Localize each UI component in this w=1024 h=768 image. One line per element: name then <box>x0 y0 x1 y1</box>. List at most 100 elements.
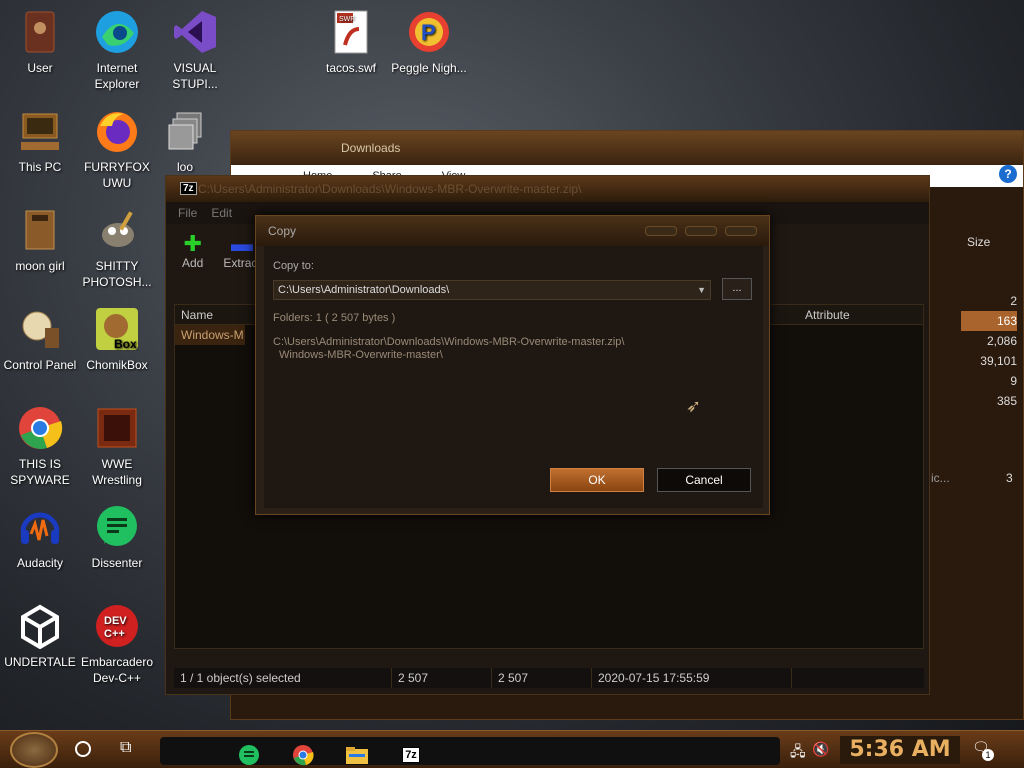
type-cell: ic... <box>931 471 950 485</box>
control-panel-icon <box>16 305 64 353</box>
edge-icon <box>93 8 141 56</box>
file-explorer-icon[interactable] <box>342 741 372 768</box>
size-cell: 385 <box>996 394 1017 408</box>
chrome-icon[interactable] <box>288 741 318 768</box>
menu-file[interactable]: File <box>178 206 197 220</box>
maximize-button[interactable] <box>685 226 717 236</box>
dialog-title: Copy <box>268 224 297 238</box>
dissenter-icon <box>93 503 141 551</box>
unity-icon <box>16 602 64 650</box>
desktop-icon-devcpp[interactable]: DEV C++ Embarcadero Dev-C++ <box>77 602 157 686</box>
7zip-label: 7z <box>402 747 420 763</box>
add-label: Add <box>182 256 204 270</box>
visual-studio-icon <box>171 8 219 56</box>
7zip-icon[interactable]: 7z <box>396 741 426 768</box>
svg-text:DEV: DEV <box>104 615 127 627</box>
sevenzip-titlebar[interactable]: C:\Users\Administrator\Downloads\Windows… <box>166 176 929 202</box>
swf-file-icon: SWF <box>327 8 375 56</box>
desktop-icon-dissenter[interactable]: Dissenter <box>77 503 157 571</box>
shortcut-icon <box>161 107 209 155</box>
desktop-icon-label: Embarcadero Dev-C++ <box>80 655 154 685</box>
row-name: Windows-M <box>181 328 244 342</box>
gimp-icon <box>93 206 141 254</box>
network-icon[interactable]: 🖧 <box>790 741 806 765</box>
desktop-icon-label: SHITTY PHOTOSH... <box>82 259 152 289</box>
window-controls <box>645 226 757 236</box>
desktop-icon-label: VISUAL STUPI... <box>172 61 218 91</box>
firefox-icon <box>93 107 141 155</box>
desktop-icon-control-panel[interactable]: Control Panel <box>0 305 80 373</box>
column-header-attribute[interactable]: Attribute <box>775 308 915 322</box>
computer-icon <box>16 107 64 155</box>
desktop-icon-audacity[interactable]: Audacity <box>0 503 80 571</box>
desktop-icon-label: Audacity <box>16 556 64 570</box>
minimize-button[interactable] <box>645 226 677 236</box>
desktop-icon-wwe[interactable]: WWE Wrestling <box>77 404 157 488</box>
desktop-icon-peggle[interactable]: P Peggle Nigh... <box>389 8 469 76</box>
desktop-icon-label: Peggle Nigh... <box>391 61 467 75</box>
desktop-icon-furryfox[interactable]: FURRYFOX UWU <box>77 107 157 191</box>
close-button[interactable] <box>725 226 757 236</box>
desktop-icon-label: loo <box>176 160 193 174</box>
ok-button[interactable]: OK <box>550 468 644 492</box>
volume-muted-icon[interactable]: 🔇 <box>812 741 829 758</box>
size-cell: 2,086 <box>986 334 1017 348</box>
devcpp-icon: DEV C++ <box>93 602 141 650</box>
copy-dialog[interactable]: Copy Copy to: C:\Users\Administrator\Dow… <box>255 215 770 515</box>
desktop-icon-label: Dissenter <box>91 556 143 570</box>
7zip-icon: 7z <box>180 182 197 195</box>
desktop-icon-internet-explorer[interactable]: Internet Explorer <box>77 8 157 92</box>
desktop-icon-label: moon girl <box>15 259 65 273</box>
help-icon[interactable]: ? <box>999 165 1017 183</box>
menu-edit[interactable]: Edit <box>211 206 232 220</box>
desktop-icon-user[interactable]: User <box>0 8 80 76</box>
clock[interactable]: 5:36 AM <box>840 736 960 764</box>
size-cell: 9 <box>1010 374 1017 388</box>
start-button[interactable] <box>10 732 58 768</box>
desktop-icon-gimp[interactable]: SHITTY PHOTOSH... <box>77 206 157 290</box>
desktop-icon-this-pc[interactable]: This PC <box>0 107 80 175</box>
search-icon[interactable] <box>75 741 91 757</box>
task-view-icon[interactable]: ⧉ <box>120 739 131 757</box>
add-button[interactable]: ✚ Add <box>182 232 204 271</box>
status-bar: 1 / 1 object(s) selected 2 507 2 507 202… <box>174 668 924 688</box>
notification-icon[interactable]: 🗨 1 <box>972 739 994 761</box>
desktop-icon-label: FURRYFOX UWU <box>84 160 150 190</box>
desktop-icon-moon-girl[interactable]: moon girl <box>0 206 80 274</box>
svg-text:Box: Box <box>114 337 137 351</box>
desktop-icon-undertale[interactable]: UNDERTALE <box>0 602 80 670</box>
size-cell: 163 <box>961 311 1017 331</box>
cancel-button[interactable]: Cancel <box>657 468 751 492</box>
table-row[interactable]: Windows-M <box>175 325 245 345</box>
notification-count: 1 <box>982 749 994 761</box>
desktop-icon-visual-studio[interactable]: VISUAL STUPI... <box>155 8 235 92</box>
desktop-icon-chomikbox[interactable]: Box ChomikBox <box>77 305 157 373</box>
desktop-icon-tacos-swf[interactable]: SWF tacos.swf <box>311 8 391 76</box>
user-folder-icon <box>16 8 64 56</box>
cursor-icon: ➶ <box>686 396 702 416</box>
desktop-icon-label: User <box>27 61 53 75</box>
browse-button[interactable]: ... <box>722 278 752 300</box>
explorer-titlebar[interactable]: Downloads <box>231 131 1023 165</box>
audacity-icon <box>16 503 64 551</box>
desktop-icon-chrome[interactable]: THIS IS SPYWARE <box>0 404 80 488</box>
size-column: 2 163 2,086 39,101 9 385 <box>961 291 1017 411</box>
column-header-size[interactable]: Size <box>967 235 990 249</box>
folder-icon <box>16 206 64 254</box>
size-cell: 2 <box>1010 294 1017 308</box>
copy-to-label: Copy to: <box>273 260 314 272</box>
dissenter-icon[interactable] <box>234 741 264 768</box>
svg-text:C++: C++ <box>104 628 125 640</box>
chevron-down-icon[interactable]: ▼ <box>697 281 706 299</box>
copy-to-combobox[interactable]: C:\Users\Administrator\Downloads\ ▼ <box>273 280 711 300</box>
taskbar: ⧉ 7z 🖧 🔇 5:36 AM 🗨 1 <box>0 730 1024 768</box>
status-selected: 1 / 1 object(s) selected <box>174 668 392 688</box>
sevenzip-title: C:\Users\Administrator\Downloads\Windows… <box>198 182 582 196</box>
app-icon <box>93 404 141 452</box>
source-path: C:\Users\Administrator\Downloads\Windows… <box>273 336 713 362</box>
desktop-icon-loo[interactable]: loo <box>155 107 215 175</box>
desktop-icon-label: WWE Wrestling <box>92 457 142 487</box>
desktop-icon-label: ChomikBox <box>86 358 148 372</box>
svg-text:SWF: SWF <box>339 16 355 23</box>
desktop-icon-label: Control Panel <box>3 358 77 372</box>
